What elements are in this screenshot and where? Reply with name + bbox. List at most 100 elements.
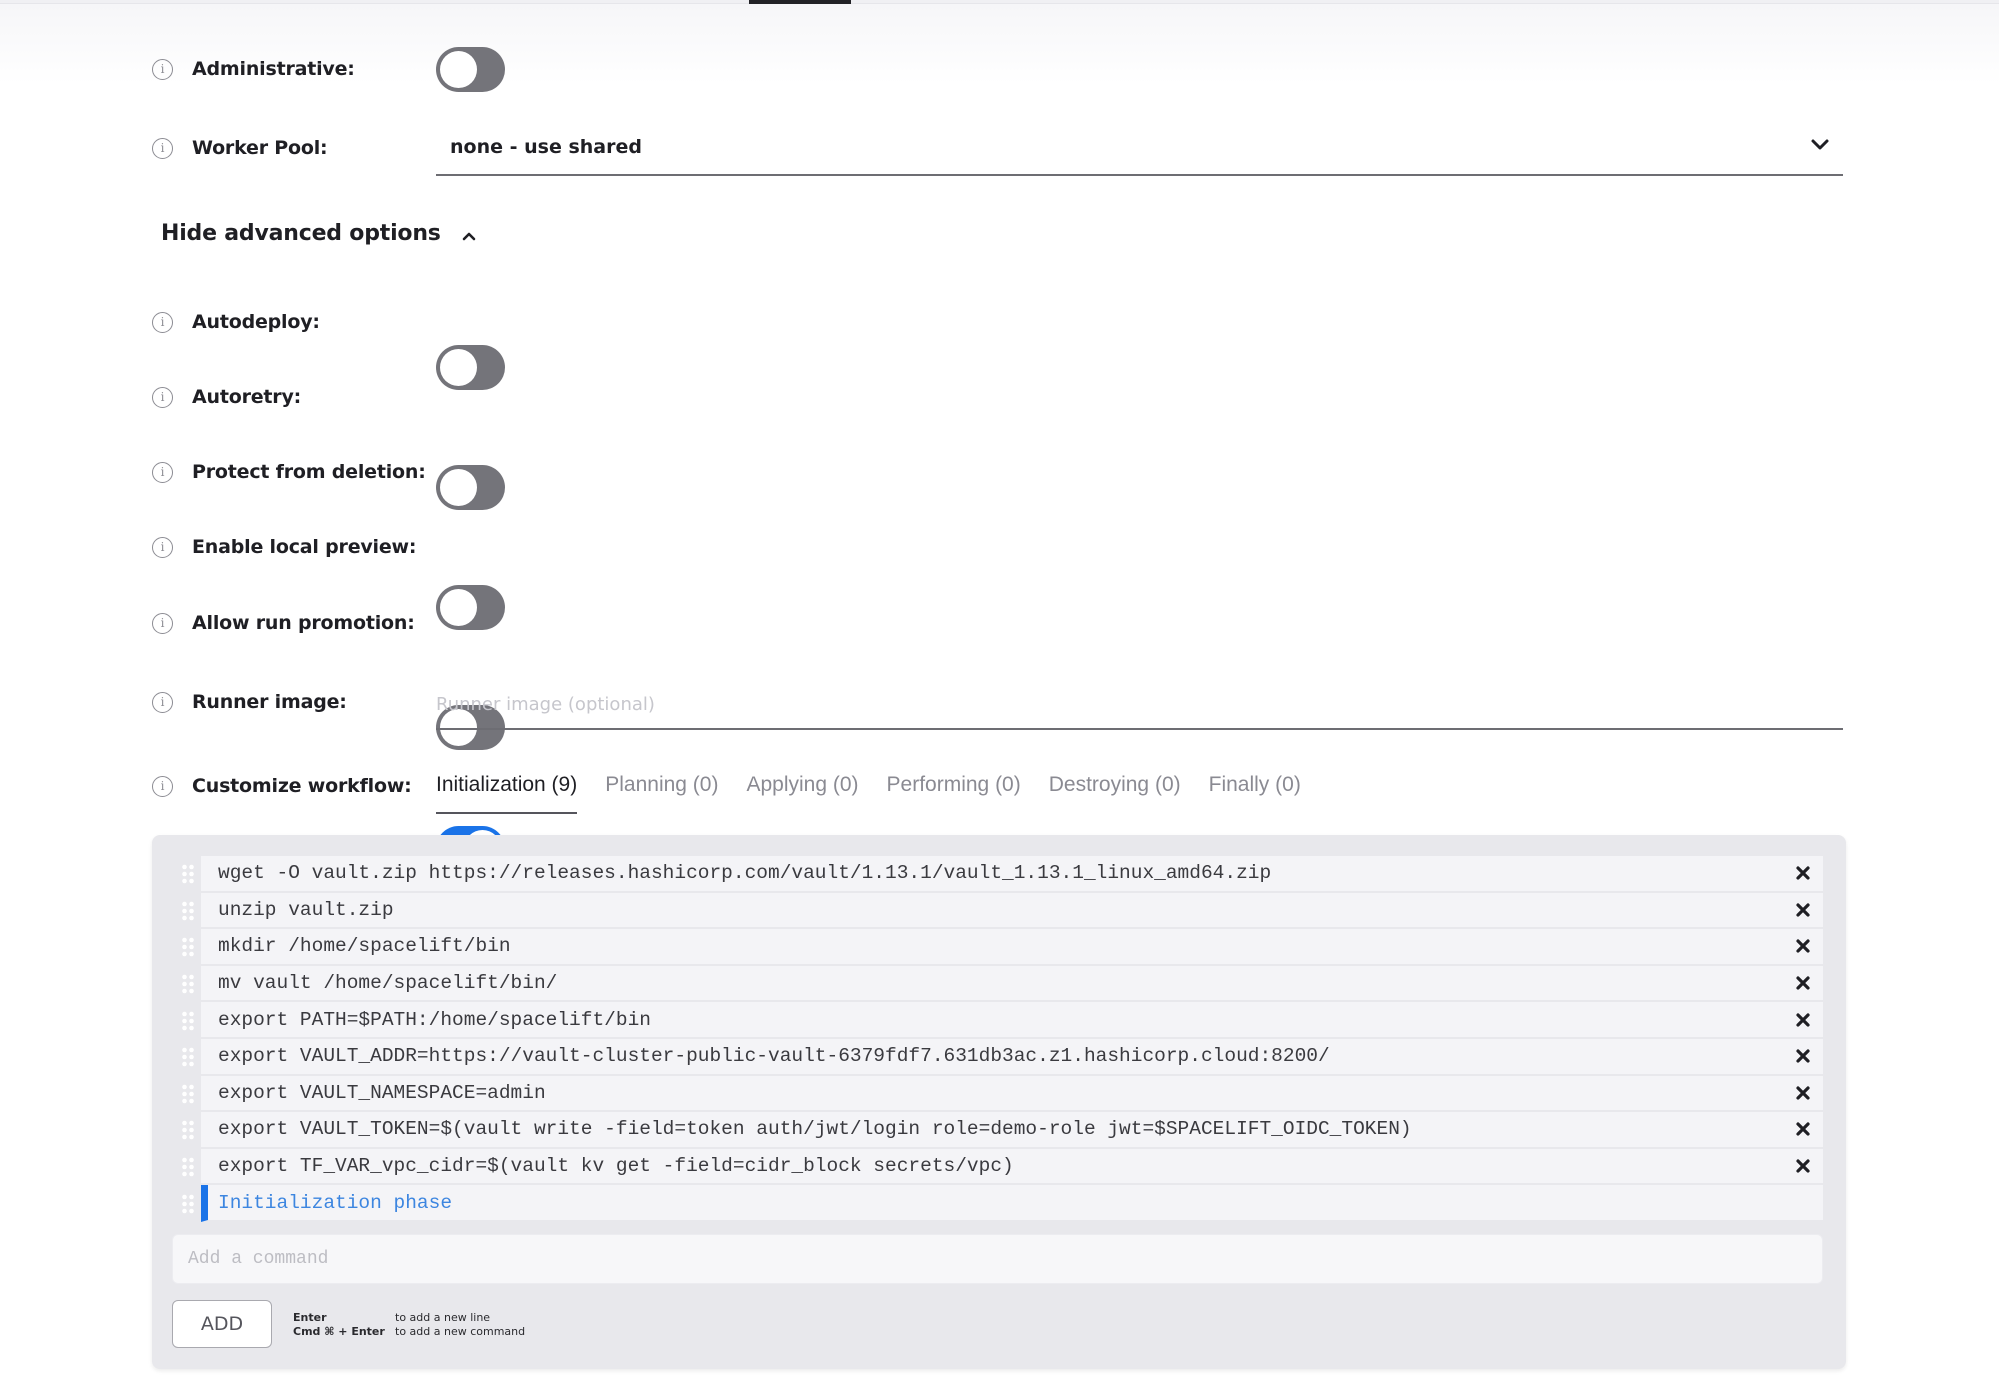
setting-customize-workflow: i Customize workflow: <box>152 764 412 808</box>
setting-enable-local-preview: i Enable local preview: <box>152 525 417 569</box>
drag-handle-icon[interactable] <box>174 1112 201 1149</box>
command-row: export PATH=$PATH:/home/spacelift/bin <box>174 1002 1823 1039</box>
command-text: export VAULT_NAMESPACE=admin <box>218 1081 546 1104</box>
remove-command-icon[interactable] <box>1795 1012 1811 1028</box>
command-body[interactable]: unzip vault.zip <box>201 892 1823 930</box>
workflow-phase-tabs: Initialization (9) Planning (0) Applying… <box>436 766 1329 814</box>
setting-label: Runner image: <box>192 691 347 713</box>
drag-handle-icon[interactable] <box>174 856 201 893</box>
setting-worker-pool: i Worker Pool: <box>152 126 328 170</box>
command-text: Initialization phase <box>218 1191 453 1214</box>
setting-autoretry: i Autoretry: <box>152 375 301 419</box>
command-row: export VAULT_ADDR=https://vault-cluster-… <box>174 1038 1823 1076</box>
hint-key: Enter <box>293 1311 327 1324</box>
setting-label: Autodeploy: <box>192 311 320 333</box>
command-text: mkdir /home/spacelift/bin <box>218 935 511 958</box>
command-text: export PATH=$PATH:/home/spacelift/bin <box>218 1008 651 1031</box>
setting-protect-from-deletion: i Protect from deletion: <box>152 450 426 494</box>
info-icon[interactable]: i <box>152 137 173 159</box>
remove-command-icon[interactable] <box>1795 1085 1811 1101</box>
setting-autodeploy: i Autodeploy: <box>152 300 320 344</box>
remove-command-icon[interactable] <box>1795 1048 1811 1064</box>
command-row-editing: Initialization phase <box>174 1185 1823 1222</box>
command-body[interactable]: mv vault /home/spacelift/bin/ <box>201 965 1823 1003</box>
setting-label: Autoretry: <box>192 386 302 408</box>
toggle-knob <box>440 469 477 506</box>
command-row: export VAULT_NAMESPACE=admin <box>174 1075 1823 1113</box>
setting-runner-image: i Runner image: <box>152 680 347 724</box>
setting-label: Protect from deletion: <box>192 461 426 483</box>
setting-label: Enable local preview: <box>192 536 417 558</box>
tab-initialization[interactable]: Initialization (9) <box>436 766 578 814</box>
tab-finally[interactable]: Finally (0) <box>1209 766 1301 814</box>
drag-handle-icon[interactable] <box>174 1076 201 1113</box>
command-edit-field[interactable]: Initialization phase <box>201 1185 1823 1222</box>
command-list: wget -O vault.zip https://releases.hashi… <box>174 856 1823 1222</box>
toggle-knob <box>440 51 477 88</box>
remove-command-icon[interactable] <box>1795 865 1811 881</box>
workflow-commands-panel: wget -O vault.zip https://releases.hashi… <box>152 835 1846 1369</box>
setting-label: Allow run promotion: <box>192 612 415 634</box>
tab-destroying[interactable]: Destroying (0) <box>1049 766 1181 814</box>
command-body[interactable]: wget -O vault.zip https://releases.hashi… <box>201 856 1823 893</box>
remove-command-icon[interactable] <box>1795 902 1811 918</box>
command-body[interactable]: export TF_VAR_vpc_cidr=$(vault kv get -f… <box>201 1148 1823 1186</box>
toggle-knob <box>440 349 477 386</box>
protect-from-deletion-toggle[interactable] <box>436 585 505 630</box>
command-row: unzip vault.zip <box>174 892 1823 930</box>
autodeploy-toggle[interactable] <box>436 345 505 390</box>
tab-performing[interactable]: Performing (0) <box>887 766 1021 814</box>
drag-handle-icon[interactable] <box>174 1149 201 1186</box>
command-body[interactable]: export VAULT_ADDR=https://vault-cluster-… <box>201 1038 1823 1076</box>
worker-pool-select[interactable]: none - use shared <box>436 124 1843 176</box>
add-command-button[interactable]: ADD <box>172 1300 272 1348</box>
drag-handle-icon[interactable] <box>174 1002 201 1039</box>
command-text: unzip vault.zip <box>218 898 394 921</box>
remove-command-icon[interactable] <box>1795 975 1811 991</box>
setting-allow-run-promotion: i Allow run promotion: <box>152 601 415 645</box>
command-row: export VAULT_TOKEN=$(vault write -field=… <box>174 1112 1823 1149</box>
autoretry-toggle[interactable] <box>436 465 505 510</box>
command-body[interactable]: export VAULT_NAMESPACE=admin <box>201 1075 1823 1113</box>
administrative-toggle[interactable] <box>436 47 505 92</box>
setting-label: Worker Pool: <box>192 137 328 159</box>
info-icon[interactable]: i <box>152 311 173 333</box>
remove-command-icon[interactable] <box>1795 1158 1811 1174</box>
command-body[interactable]: mkdir /home/spacelift/bin <box>201 929 1823 966</box>
info-icon[interactable]: i <box>152 386 173 408</box>
advanced-options-label: Hide advanced options <box>161 220 441 246</box>
command-body[interactable]: export VAULT_TOKEN=$(vault write -field=… <box>201 1112 1823 1149</box>
command-text: wget -O vault.zip https://releases.hashi… <box>218 862 1272 885</box>
info-icon[interactable]: i <box>152 461 173 483</box>
remove-command-icon[interactable] <box>1795 1121 1811 1137</box>
drag-handle-icon[interactable] <box>174 893 201 930</box>
hide-advanced-options-button[interactable]: Hide advanced options <box>161 220 479 246</box>
keyboard-hints: Enter to add a new line Cmd ⌘ + Enter to… <box>293 1311 525 1338</box>
command-text: export VAULT_ADDR=https://vault-cluster-… <box>218 1045 1330 1068</box>
chevron-up-icon <box>462 232 475 241</box>
worker-pool-value: none - use shared <box>450 136 642 158</box>
runner-image-input[interactable] <box>436 680 1843 730</box>
chevron-down-icon <box>1811 139 1829 150</box>
drag-handle-icon[interactable] <box>174 966 201 1003</box>
command-text: export VAULT_TOKEN=$(vault write -field=… <box>218 1118 1412 1141</box>
info-icon[interactable]: i <box>152 775 173 797</box>
drag-handle-icon[interactable] <box>174 1185 201 1222</box>
setting-administrative: i Administrative: <box>152 47 355 91</box>
info-icon[interactable]: i <box>152 612 173 634</box>
drag-handle-icon[interactable] <box>174 929 201 966</box>
command-body[interactable]: export PATH=$PATH:/home/spacelift/bin <box>201 1002 1823 1039</box>
hint-action: to add a new command <box>395 1325 526 1338</box>
command-row: mv vault /home/spacelift/bin/ <box>174 965 1823 1003</box>
command-row: export TF_VAR_vpc_cidr=$(vault kv get -f… <box>174 1148 1823 1186</box>
info-icon[interactable]: i <box>152 691 173 713</box>
drag-handle-icon[interactable] <box>174 1039 201 1076</box>
tab-applying[interactable]: Applying (0) <box>746 766 858 814</box>
tab-planning[interactable]: Planning (0) <box>605 766 718 814</box>
command-row: mkdir /home/spacelift/bin <box>174 929 1823 966</box>
remove-command-icon[interactable] <box>1795 938 1811 954</box>
setting-label: Customize workflow: <box>192 775 412 797</box>
add-command-input[interactable] <box>172 1234 1823 1284</box>
info-icon[interactable]: i <box>152 536 173 558</box>
info-icon[interactable]: i <box>152 58 173 80</box>
